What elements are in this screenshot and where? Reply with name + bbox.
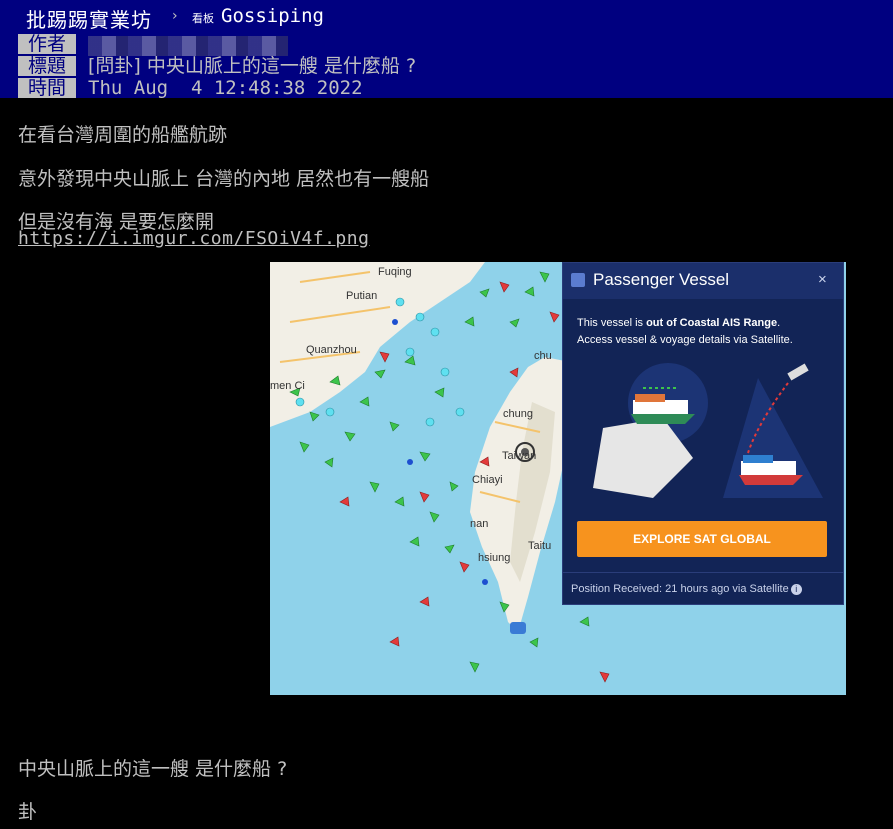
image-link[interactable]: https://i.imgur.com/FSOiV4f.png	[18, 228, 369, 249]
author-label: 作者	[18, 34, 76, 54]
time-label: 時間	[18, 78, 76, 98]
close-icon[interactable]: ×	[818, 271, 827, 288]
board-tag-label: 看板	[192, 12, 214, 25]
city-label-men-ci: men Ci	[270, 380, 305, 392]
post-line-2: 意外發現中央山脈上 台灣的內地 居然也有一艘船	[18, 168, 430, 190]
explore-sat-global-button[interactable]: EXPLORE SAT GLOBAL	[577, 521, 827, 557]
passenger-icon	[571, 273, 585, 287]
post-line-5: 卦	[18, 801, 38, 823]
popup-message-pre: This vessel is	[577, 317, 647, 329]
city-label-chiayi: Chiayi	[472, 474, 503, 486]
city-label-quanzhou: Quanzhou	[306, 344, 357, 356]
top-nav-bar: 批踢踢實業坊 › 看板 Gossiping	[0, 0, 893, 34]
popup-header: Passenger Vessel ×	[563, 263, 843, 299]
post-line-4: 中央山脈上的這一艘 是什麼船 ?	[18, 758, 288, 780]
popup-message-bold: out of Coastal AIS Range	[646, 317, 778, 329]
city-label-chung: chung	[503, 408, 533, 420]
vessel-popup: Passenger Vessel × This vessel is out of…	[562, 262, 844, 605]
city-label-chu: chu	[534, 350, 552, 362]
info-icon[interactable]: i	[790, 583, 802, 595]
vessel-map-image[interactable]: Fuqing Putian Quanzhou men Ci chu chung …	[270, 262, 846, 695]
site-home-link[interactable]: 批踢踢實業坊	[26, 4, 152, 33]
article-header: 作者 標題 [問卦] 中央山脈上的這一艘 是什麼船 ? 時間 Thu Aug 4…	[0, 34, 893, 98]
title-label: 標題	[18, 56, 76, 76]
post-line-1: 在看台灣周圍的船艦航跡	[18, 124, 228, 146]
breadcrumb-arrow: ›	[172, 8, 178, 24]
popup-title: Passenger Vessel	[593, 270, 730, 289]
position-received-text: Position Received: 21 hours ago via Sate…	[571, 583, 789, 595]
board-link[interactable]: Gossiping	[221, 5, 324, 27]
article-title: [問卦] 中央山脈上的這一艘 是什麼船 ?	[88, 55, 417, 77]
article-time: Thu Aug 4 12:48:38 2022	[88, 77, 363, 99]
popup-footer: Position Received: 21 hours ago via Sate…	[563, 572, 843, 604]
city-label-taitu: Taitu	[528, 540, 552, 552]
satellite-illustration	[593, 363, 823, 498]
author-value-redacted	[88, 36, 288, 56]
popup-message-post: .	[777, 317, 781, 329]
city-label-putian: Putian	[346, 290, 378, 302]
popup-message: This vessel is out of Coastal AIS Range.…	[577, 315, 832, 349]
city-label-hsiung: hsiung	[478, 552, 511, 564]
popup-message-line2: Access vessel & voyage details via Satel…	[577, 334, 793, 346]
city-label-taiwan: Taiwan	[502, 450, 537, 462]
city-label-nan: nan	[470, 518, 489, 530]
city-label-fuqing: Fuqing	[378, 266, 412, 278]
